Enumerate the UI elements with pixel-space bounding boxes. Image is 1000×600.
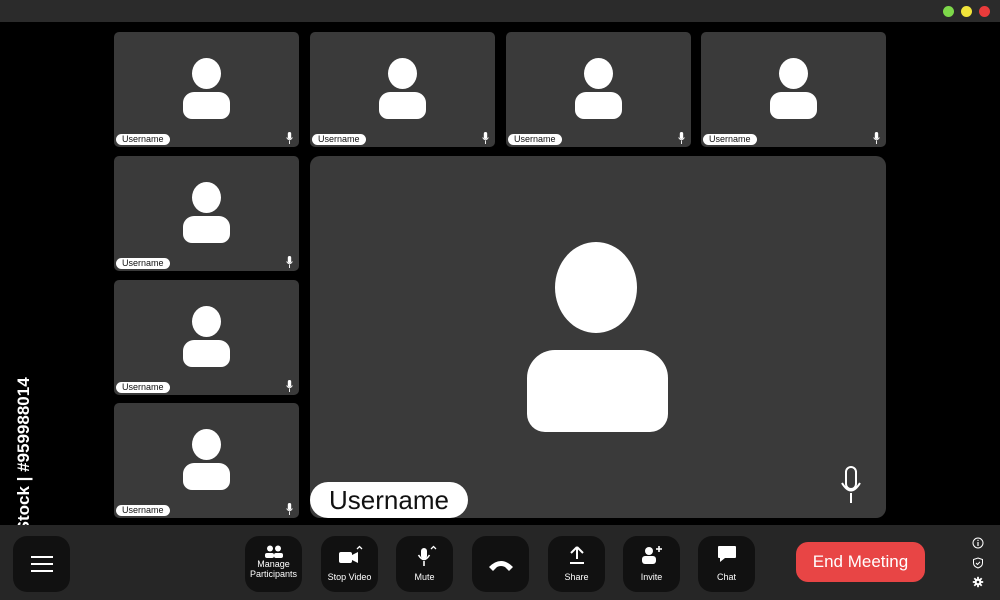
- user-avatar-icon: [182, 429, 231, 493]
- participants-icon: [264, 545, 283, 558]
- chat-button[interactable]: Chat: [698, 536, 755, 592]
- user-avatar-icon: [378, 58, 427, 122]
- chat-bubble-icon: [717, 546, 736, 562]
- manage-participants-button[interactable]: Manage Participants: [245, 536, 302, 592]
- active-speaker-tile[interactable]: Username: [310, 156, 886, 518]
- microphone-icon[interactable]: [873, 132, 880, 144]
- invite-label: Invite: [640, 572, 663, 582]
- microphone-icon: [417, 545, 436, 566]
- participant-name: Username: [116, 134, 170, 145]
- participant-name: Username: [312, 134, 366, 145]
- video-meeting-window: Username Username Username Username User…: [0, 0, 1000, 600]
- active-speaker-name: Username: [310, 482, 468, 518]
- share-upload-icon: [569, 546, 584, 564]
- participant-name: Username: [116, 505, 170, 516]
- window-close-button[interactable]: [979, 6, 990, 17]
- user-avatar-icon: [555, 242, 637, 333]
- microphone-icon[interactable]: [286, 256, 293, 268]
- menu-button[interactable]: [13, 536, 70, 592]
- user-avatar-icon: [182, 58, 231, 122]
- user-avatar-icon: [769, 58, 818, 122]
- participant-tile[interactable]: Username: [114, 403, 299, 518]
- participant-tile[interactable]: Username: [114, 32, 299, 147]
- microphone-icon[interactable]: [482, 132, 489, 144]
- participant-name: Username: [703, 134, 757, 145]
- window-minimize-button[interactable]: [961, 6, 972, 17]
- info-icon[interactable]: [972, 537, 984, 549]
- gear-icon[interactable]: [972, 576, 984, 588]
- share-button[interactable]: Share: [548, 536, 605, 592]
- participant-tile[interactable]: Username: [701, 32, 886, 147]
- microphone-icon[interactable]: [286, 132, 293, 144]
- manage-participants-label: Manage Participants: [249, 559, 298, 579]
- user-avatar-body: [527, 350, 668, 432]
- phone-hangup-icon: [488, 561, 513, 571]
- user-avatar-icon: [574, 58, 623, 122]
- hang-up-button[interactable]: [472, 536, 529, 592]
- mute-button[interactable]: Mute: [396, 536, 453, 592]
- participant-tile[interactable]: Username: [310, 32, 495, 147]
- chat-label: Chat: [716, 572, 736, 582]
- video-camera-icon: [338, 545, 362, 563]
- microphone-icon[interactable]: [840, 466, 862, 504]
- participant-tile[interactable]: Username: [114, 280, 299, 395]
- user-avatar-icon: [182, 306, 231, 370]
- user-avatar-icon: [182, 182, 231, 246]
- participant-tile[interactable]: Username: [506, 32, 691, 147]
- microphone-icon[interactable]: [678, 132, 685, 144]
- invite-button[interactable]: Invite: [623, 536, 680, 592]
- end-meeting-button[interactable]: End Meeting: [796, 542, 925, 582]
- microphone-icon[interactable]: [286, 503, 293, 515]
- participant-name: Username: [116, 382, 170, 393]
- window-maximize-button[interactable]: [943, 6, 954, 17]
- participant-name: Username: [116, 258, 170, 269]
- shield-icon[interactable]: [972, 557, 984, 569]
- title-bar: [0, 0, 1000, 22]
- mute-label: Mute: [414, 572, 435, 582]
- share-label: Share: [564, 572, 589, 582]
- participant-name: Username: [508, 134, 562, 145]
- stop-video-button[interactable]: Stop Video: [321, 536, 378, 592]
- participant-tile[interactable]: Username: [114, 156, 299, 271]
- hamburger-menu-icon: [31, 556, 53, 572]
- stop-video-label: Stop Video: [327, 572, 372, 582]
- add-user-icon: [641, 546, 662, 564]
- microphone-icon[interactable]: [286, 380, 293, 392]
